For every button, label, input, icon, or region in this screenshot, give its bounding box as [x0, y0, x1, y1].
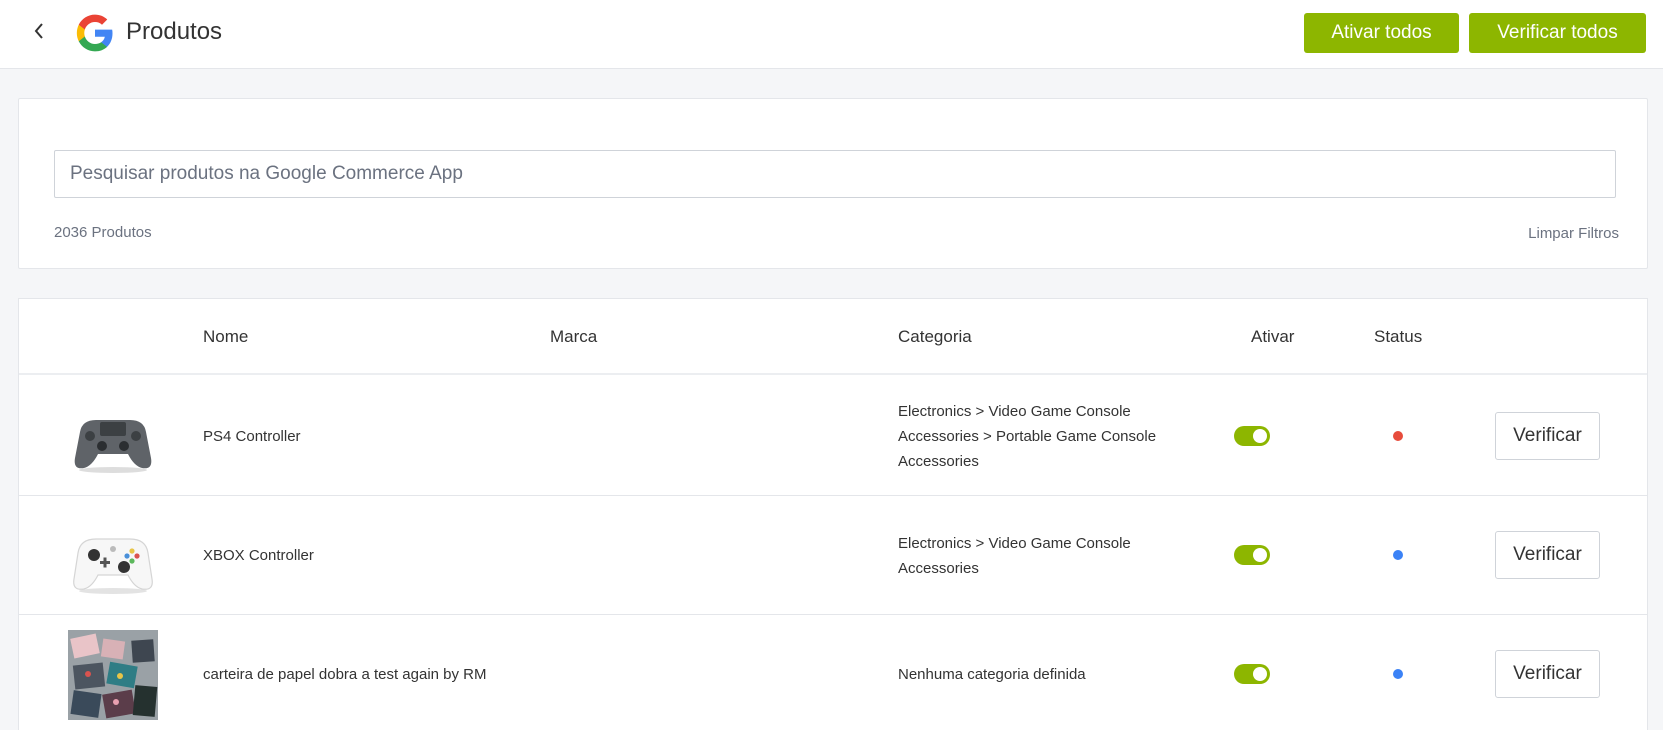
- product-category: Nenhuma categoria definida: [898, 666, 1086, 683]
- paper-wallet-image: [68, 630, 158, 720]
- toggle-knob: [1253, 429, 1267, 443]
- column-header-status[interactable]: Status: [1374, 327, 1422, 347]
- xbox-controller-image: [73, 538, 153, 594]
- table-row: PS4 Controller Electronics > Video Game …: [19, 377, 1647, 496]
- product-count: 2036 Produtos: [54, 224, 152, 241]
- column-header-name[interactable]: Nome: [203, 327, 248, 347]
- ps4-controller-image: [74, 420, 152, 473]
- table-header: Nome Marca Categoria Ativar Status: [19, 299, 1647, 375]
- column-header-brand[interactable]: Marca: [550, 327, 597, 347]
- activate-toggle[interactable]: [1234, 426, 1270, 446]
- google-logo-icon: [76, 14, 113, 52]
- status-dot: [1393, 669, 1403, 679]
- column-header-activate[interactable]: Ativar: [1251, 327, 1294, 347]
- product-name: carteira de papel dobra a test again by …: [203, 666, 487, 683]
- toggle-knob: [1253, 548, 1267, 562]
- chevron-left-icon: [34, 23, 43, 39]
- toggle-knob: [1253, 667, 1267, 681]
- verify-button[interactable]: Verificar: [1495, 650, 1600, 698]
- verify-button[interactable]: Verificar: [1495, 412, 1600, 460]
- table-row: carteira de papel dobra a test again by …: [19, 615, 1647, 730]
- back-button[interactable]: [26, 18, 52, 44]
- verify-all-button[interactable]: Verificar todos: [1469, 13, 1646, 53]
- product-name: XBOX Controller: [203, 547, 314, 564]
- search-card: 2036 Produtos Limpar Filtros: [18, 98, 1648, 269]
- activate-toggle[interactable]: [1234, 545, 1270, 565]
- page-title: Produtos: [126, 18, 223, 45]
- product-category: Electronics > Video Game Console Accesso…: [898, 403, 1157, 470]
- top-bar: Produtos Ativar todos Verificar todos: [0, 0, 1663, 69]
- activate-toggle[interactable]: [1234, 664, 1270, 684]
- verify-button[interactable]: Verificar: [1495, 531, 1600, 579]
- column-header-category[interactable]: Categoria: [898, 327, 972, 347]
- clear-filters-link[interactable]: Limpar Filtros: [1528, 225, 1619, 242]
- search-input[interactable]: [54, 150, 1616, 198]
- status-dot: [1393, 550, 1403, 560]
- products-table: Nome Marca Categoria Ativar Status PS4 C…: [18, 298, 1648, 730]
- product-name: PS4 Controller: [203, 428, 301, 445]
- status-dot: [1393, 431, 1403, 441]
- product-category: Electronics > Video Game Console Accesso…: [898, 534, 1131, 577]
- activate-all-button[interactable]: Ativar todos: [1304, 13, 1459, 53]
- table-row: XBOX Controller Electronics > Video Game…: [19, 496, 1647, 615]
